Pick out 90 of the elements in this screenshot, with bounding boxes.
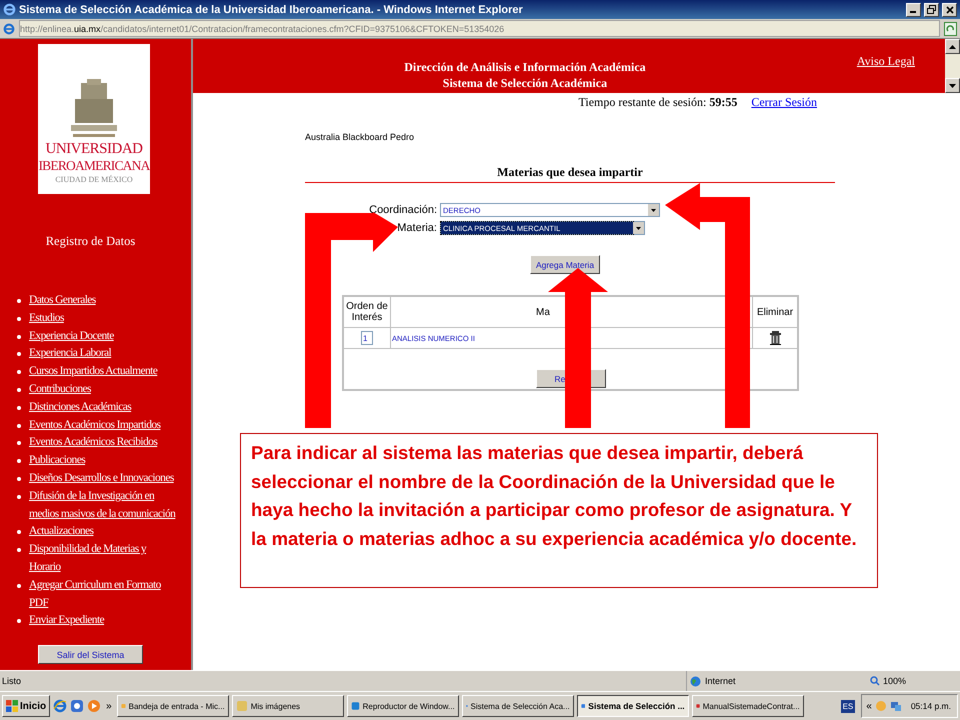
legal-link[interactable]: Aviso Legal <box>856 54 915 69</box>
nav-link[interactable]: Eventos Académicos Impartidos <box>29 416 160 434</box>
instruction-text: Para indicar al sistema las materias que desea impartir, deberá seleccionar el nombre de la Coordinación de la Universidad que le haya hecho la invitación a participar como profesor de asignatura. Y la materia o materias adhoc a su experiencia académica y/o docente. <box>240 433 878 588</box>
nav-link[interactable]: Experiencia Docente <box>29 328 114 346</box>
restore-button[interactable] <box>924 2 939 16</box>
form-title: Materias que desea impartir <box>497 165 643 179</box>
status-text: Listo <box>1 676 22 686</box>
bullet-icon <box>17 299 21 303</box>
nav-link[interactable]: Distinciones Académicas <box>29 398 132 417</box>
nav-link[interactable]: Actualizaciones <box>29 523 94 542</box>
refresh-icon[interactable] <box>944 22 957 36</box>
window-title: Sistema de Selección Académica de la Universidad Iberoamericana. - Windows Internet Explorer <box>19 4 524 16</box>
start-button[interactable]: Inicio <box>2 695 50 717</box>
bullet-icon <box>17 494 21 499</box>
nav-link[interactable]: Cursos Impartidos Actualmente <box>29 363 158 381</box>
page-icon <box>3 22 15 34</box>
nav-link[interactable]: Estudios <box>29 310 64 328</box>
taskbar-item[interactable]: Reproductor de Window... <box>346 695 459 717</box>
app-icon[interactable] <box>70 699 84 713</box>
taskbar-item[interactable]: ManualSistemadeContrat... <box>692 695 804 717</box>
column-header: Orden de Interés <box>343 296 390 328</box>
bullet-icon <box>17 548 21 552</box>
bullet-icon <box>17 388 21 392</box>
bullet-icon <box>17 619 21 624</box>
nav-link[interactable]: Disponibilidad de Materias y Horario <box>29 541 176 577</box>
add-subject-button[interactable]: Agrega Materia <box>530 255 600 274</box>
session-timer: Tiempo restante de sesión: 59:55 <box>578 95 738 110</box>
bullet-icon <box>17 424 21 428</box>
bullet-icon <box>17 352 21 356</box>
zoom-level[interactable]: 100% <box>883 676 906 686</box>
user-name: Australia Blackboard Pedro <box>305 132 414 142</box>
field-label: Coordinación: <box>369 204 437 216</box>
bullet-icon <box>17 441 21 446</box>
nav-link[interactable]: Diseños Desarrollos e Innovaciones <box>29 470 174 488</box>
close-icon <box>946 6 954 14</box>
nav-link[interactable]: Experiencia Laboral <box>29 345 112 364</box>
nav-link[interactable]: Datos Generales <box>29 292 96 310</box>
exit-button[interactable]: Salir del Sistema <box>38 645 143 664</box>
browser-icon <box>3 3 16 16</box>
bullet-icon <box>17 334 21 339</box>
bullet-icon <box>17 406 21 410</box>
media-player-icon[interactable] <box>87 699 102 713</box>
more-button[interactable]: » <box>104 700 114 712</box>
nav-link[interactable]: Enviar Expediente <box>29 612 104 630</box>
bullet-icon <box>17 459 21 464</box>
scroll-up-button[interactable] <box>945 39 960 54</box>
column-header: Ma <box>536 306 550 318</box>
down-arrow-icon <box>949 84 956 88</box>
bullet-icon <box>17 476 21 481</box>
university-logo: UNIVERSIDAD IBEROAMERICANA CIUDAD DE MÉXICO <box>38 44 150 194</box>
taskbar-item[interactable]: Mis imágenes <box>232 695 344 717</box>
zoom-icon[interactable] <box>870 676 880 686</box>
tray-toggle[interactable]: « <box>866 700 872 712</box>
header-subtitle: Sistema de Selección Académica <box>442 75 608 91</box>
taskbar-item[interactable]: Sistema de Selección Aca... <box>462 695 574 717</box>
nav-link[interactable]: Eventos Académicos Recibidos <box>29 434 158 452</box>
caret-icon <box>636 226 641 230</box>
network-icon[interactable] <box>890 700 902 712</box>
bullet-icon <box>17 530 21 534</box>
zone-label: Internet <box>705 676 736 686</box>
caret-icon <box>651 208 656 212</box>
logout-link[interactable]: Cerrar Sesión <box>751 95 817 110</box>
restore-icon <box>927 5 936 14</box>
field-label: Materia: <box>397 222 437 234</box>
minimize-button[interactable] <box>906 2 921 16</box>
bullet-icon <box>17 584 21 588</box>
trash-icon[interactable] <box>770 331 780 345</box>
close-button[interactable] <box>942 2 957 16</box>
address-field[interactable]: http://enlinea.uia.mx/candidatos/internet01/Contratacion/framecontrataciones.cfm?CFID=9375106&CFTOKEN=51354026 <box>19 20 940 37</box>
nav-link[interactable]: Difusión de la Investigación en medios masivos de la comunicación <box>29 488 176 524</box>
nav-link[interactable]: Contribuciones <box>29 380 91 399</box>
header-title: Dirección de Análisis e Información Académica <box>404 59 646 75</box>
clock: 05:14 p.m. <box>910 701 951 711</box>
order-input[interactable]: 1 <box>361 331 373 345</box>
globe-icon <box>690 676 701 686</box>
scrollbar[interactable] <box>945 39 960 93</box>
scroll-down-button[interactable] <box>945 78 960 93</box>
nav-link[interactable]: Agregar Curriculum en Formato PDF <box>29 576 176 612</box>
flag-icon <box>6 700 18 712</box>
app-icon <box>350 700 360 712</box>
taskbar-item[interactable]: Sistema de Selección ... <box>576 695 689 717</box>
up-arrow-icon <box>949 44 956 48</box>
taskbar-item[interactable]: Bandeja de entrada - Mic... <box>116 695 229 717</box>
language-indicator[interactable]: ES <box>840 700 856 712</box>
bullet-icon <box>17 316 21 321</box>
app-icon <box>236 700 248 712</box>
sidebar-heading: Registro de Datos <box>46 234 136 249</box>
browser-icon[interactable] <box>53 699 68 713</box>
bullet-icon <box>17 370 21 374</box>
nav-link[interactable]: Publicaciones <box>29 452 86 470</box>
